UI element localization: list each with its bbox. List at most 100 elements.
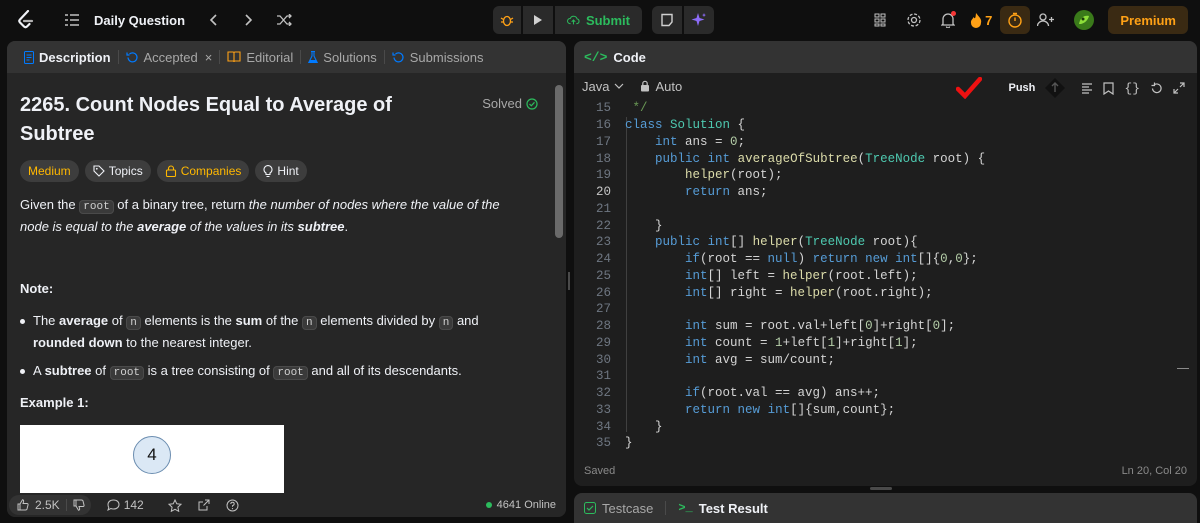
chevron-left-icon[interactable] xyxy=(199,6,227,34)
tab-description-label: Description xyxy=(39,49,111,65)
bookmark-icon[interactable] xyxy=(1103,81,1114,95)
reset-icon[interactable] xyxy=(1150,82,1163,95)
note-list: The average of n elements is the sum of … xyxy=(20,311,520,391)
code-panel-title: Code xyxy=(613,49,646,65)
line-number: 15 xyxy=(595,101,611,116)
premium-button[interactable]: Premium xyxy=(1108,6,1188,34)
editor-actions: Push {} xyxy=(956,77,1185,99)
test-result-label: Test Result xyxy=(698,500,768,516)
description-footer: 2.5K 142 4641 Online xyxy=(7,493,566,517)
line-number: 33 xyxy=(595,402,611,417)
line-number: 32 xyxy=(595,386,611,401)
code-line: 28 int sum = root.val+left[0]+right[0]; xyxy=(574,318,1197,335)
code-text: int sum = root.val+left[0]+right[0]; xyxy=(685,319,956,334)
divider xyxy=(65,499,67,511)
help-icon[interactable] xyxy=(218,499,247,512)
daily-question-title[interactable]: Daily Question xyxy=(94,13,185,28)
line-number: 18 xyxy=(595,151,611,166)
format-icon[interactable] xyxy=(1081,82,1093,94)
chevron-right-icon[interactable] xyxy=(235,6,263,34)
description-panel: Description Accepted × Editorial Solutio… xyxy=(7,41,566,517)
code-text: int avg = sum/count; xyxy=(685,352,836,367)
code-line: 24 if(root == null) return new int[]{0,0… xyxy=(574,251,1197,268)
shuffle-icon[interactable] xyxy=(271,6,299,34)
code-line: 26 int[] right = helper(root.right); xyxy=(574,284,1197,301)
note-icon xyxy=(661,13,673,27)
notes-button[interactable] xyxy=(652,6,682,34)
editor-toolbar: Java Auto Push {} xyxy=(574,73,1197,99)
leetcode-logo-icon[interactable] xyxy=(14,8,38,32)
text-bold: rounded down xyxy=(33,335,123,350)
tab-editorial[interactable]: Editorial xyxy=(220,41,300,73)
code-text: int count = 1+left[1]+right[1]; xyxy=(685,335,918,350)
streak-counter[interactable]: 7 xyxy=(970,6,992,34)
debug-button[interactable] xyxy=(493,6,521,34)
code-line: 16 class Solution { xyxy=(574,117,1197,134)
run-button[interactable] xyxy=(523,6,553,34)
line-number: 30 xyxy=(595,352,611,367)
tab-solutions[interactable]: Solutions xyxy=(301,41,383,73)
code-brackets-icon: </> xyxy=(584,49,608,65)
code-line: 25 int[] left = helper(root.left); xyxy=(574,268,1197,285)
braces-icon[interactable]: {} xyxy=(1124,81,1140,96)
share-icon[interactable] xyxy=(190,499,218,511)
check-circle-icon xyxy=(526,97,538,110)
bug-icon xyxy=(500,15,514,27)
settings-gear-icon[interactable] xyxy=(900,6,928,34)
tab-test-result[interactable]: >_ Test Result xyxy=(678,501,768,516)
tab-submissions[interactable]: Submissions xyxy=(385,41,491,73)
push-button[interactable]: Push xyxy=(1008,82,1035,94)
code-editor[interactable]: 15 */ 16 class Solution { 17 int ans = 0;… xyxy=(574,100,1197,455)
tab-solutions-label: Solutions xyxy=(323,49,377,65)
text: of xyxy=(91,363,110,378)
streak-count: 7 xyxy=(985,12,993,28)
submit-button[interactable]: Submit xyxy=(555,6,642,34)
add-friend-icon[interactable] xyxy=(1032,6,1060,34)
auto-mode-toggle[interactable]: Auto xyxy=(640,79,682,94)
description-scrollbar[interactable] xyxy=(555,85,563,238)
red-checkmark-icon xyxy=(956,77,983,99)
line-number: 17 xyxy=(595,134,611,149)
line-number: 31 xyxy=(595,369,611,384)
text: The xyxy=(33,313,60,328)
close-tab-icon[interactable]: × xyxy=(205,50,213,65)
expand-icon[interactable] xyxy=(1173,82,1185,94)
timer-button[interactable] xyxy=(1000,6,1031,34)
code-line: 17 int ans = 0; xyxy=(574,134,1197,151)
ai-assist-button[interactable] xyxy=(684,6,714,34)
notification-bell-icon[interactable] xyxy=(934,6,962,34)
tab-testcase[interactable]: Testcase xyxy=(584,501,653,516)
code-line: 33 return new int[]{sum,count}; xyxy=(574,402,1197,419)
tree-node: 4 xyxy=(133,436,171,474)
history-icon xyxy=(392,51,404,62)
hint-tag[interactable]: Hint xyxy=(255,160,307,182)
problem-title[interactable]: 2265. Count Nodes Equal to Average of Su… xyxy=(20,91,460,149)
vertical-resize-handle[interactable] xyxy=(870,487,892,490)
topics-tag[interactable]: Topics xyxy=(84,160,151,182)
like-button[interactable]: 2.5K xyxy=(9,495,91,515)
inline-code: n xyxy=(302,316,317,330)
favorite-star-icon[interactable] xyxy=(160,498,190,512)
line-number: 29 xyxy=(595,335,611,350)
language-select[interactable]: Java xyxy=(582,79,624,94)
code-text: int[] right = helper(root.right); xyxy=(685,285,933,300)
code-text: if(root == null) return new int[]{0,0}; xyxy=(685,252,978,267)
comment-count: 142 xyxy=(123,498,144,512)
comments-button[interactable]: 142 xyxy=(99,498,152,512)
tag-icon xyxy=(93,165,105,177)
tab-description[interactable]: Description xyxy=(17,41,118,73)
user-avatar[interactable] xyxy=(1070,6,1098,34)
panel-resize-handle[interactable] xyxy=(568,272,570,290)
save-status: Saved xyxy=(584,465,616,477)
github-push-icon[interactable] xyxy=(1045,78,1066,98)
tab-submissions-label: Submissions xyxy=(409,49,484,65)
tab-accepted[interactable]: Accepted × xyxy=(119,41,220,73)
desc-text: of a binary tree, return xyxy=(113,197,249,212)
companies-tag[interactable]: Companies xyxy=(156,160,250,182)
line-number: 28 xyxy=(595,319,611,334)
thumbs-down-icon[interactable] xyxy=(73,499,85,511)
problem-list-icon[interactable] xyxy=(58,6,86,34)
layout-grid-icon[interactable] xyxy=(866,6,894,34)
comment-icon xyxy=(106,499,120,511)
online-indicator-dot xyxy=(485,502,492,508)
